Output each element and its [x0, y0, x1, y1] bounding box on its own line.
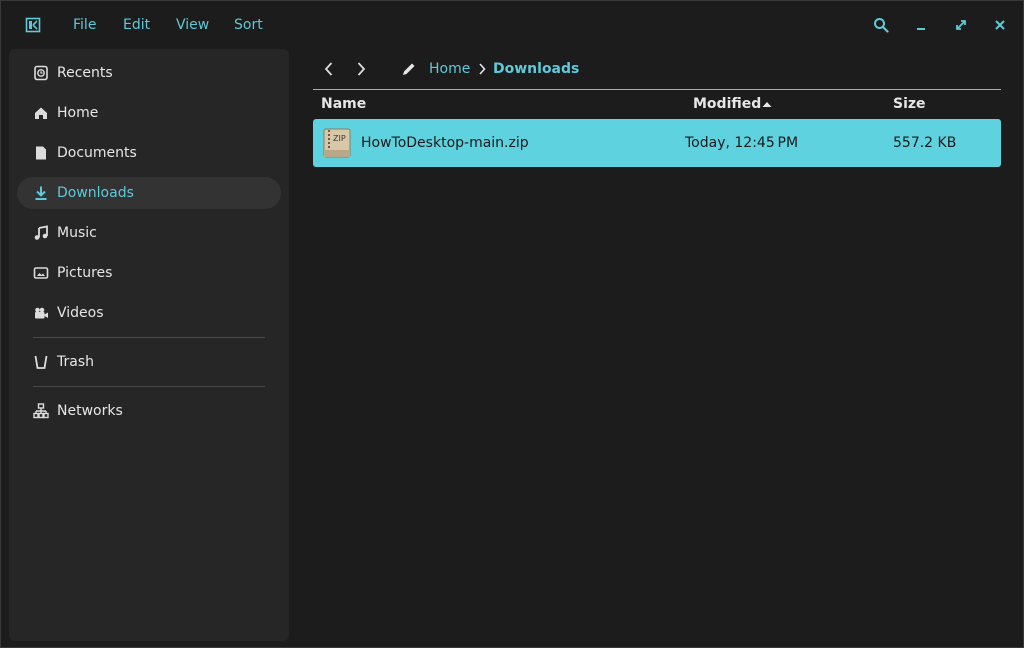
- search-icon: [874, 18, 889, 33]
- sidebar-item-label: Music: [57, 225, 97, 241]
- search-button[interactable]: [871, 15, 891, 35]
- document-icon: [33, 145, 49, 161]
- file-name: HowToDesktop-main.zip: [361, 135, 529, 151]
- trash-icon: [33, 354, 49, 370]
- app-logo-icon[interactable]: [25, 17, 41, 33]
- maximize-icon: [956, 20, 966, 30]
- table-row[interactable]: ZIP HowToDesktop-main.zip Today, 12:45 P…: [313, 119, 1001, 167]
- sidebar-item-documents[interactable]: Documents: [17, 137, 281, 169]
- chevron-left-icon: [324, 62, 333, 76]
- menu-file[interactable]: File: [73, 15, 96, 35]
- sidebar-item-downloads[interactable]: Downloads: [17, 177, 281, 209]
- sort-ascending-icon: [762, 102, 772, 107]
- sidebar-divider: [33, 386, 265, 387]
- sidebar-item-label: Recents: [57, 65, 113, 81]
- forward-button[interactable]: [351, 59, 371, 79]
- sidebar-item-label: Pictures: [57, 265, 113, 281]
- edit-path-button[interactable]: [399, 59, 419, 79]
- sidebar-item-music[interactable]: Music: [17, 217, 281, 249]
- sidebar-item-trash[interactable]: Trash: [17, 346, 281, 378]
- sidebar-item-label: Home: [57, 105, 99, 121]
- clock-icon: [33, 65, 49, 81]
- sidebar-item-label: Downloads: [57, 185, 134, 201]
- close-button[interactable]: [990, 15, 1010, 35]
- menu-edit[interactable]: Edit: [123, 15, 150, 35]
- titlebar: File Edit View Sort: [1, 1, 1023, 47]
- sidebar-item-label: Trash: [57, 354, 94, 370]
- sidebar-divider: [33, 337, 265, 338]
- network-icon: [33, 403, 49, 419]
- column-header-name[interactable]: Name: [321, 94, 366, 114]
- breadcrumb-separator: [472, 59, 492, 79]
- sidebar-item-home[interactable]: Home: [17, 97, 281, 129]
- pencil-icon: [403, 63, 415, 75]
- breadcrumb-home[interactable]: Home: [429, 59, 470, 79]
- sidebar-item-label: Documents: [57, 145, 137, 161]
- menu-view[interactable]: View: [176, 15, 209, 35]
- zip-archive-icon: ZIP: [323, 128, 351, 158]
- chevron-right-icon: [479, 63, 486, 75]
- download-icon: [33, 185, 49, 201]
- back-button[interactable]: [319, 59, 339, 79]
- close-icon: [995, 20, 1005, 30]
- sidebar-item-label: Videos: [57, 305, 104, 321]
- breadcrumb-current[interactable]: Downloads: [493, 59, 579, 79]
- column-header-modified[interactable]: Modified: [693, 94, 761, 114]
- column-header-size[interactable]: Size: [893, 94, 926, 114]
- file-manager-window: File Edit View Sort Recents Home Documen…: [0, 0, 1024, 648]
- chevron-right-icon: [357, 62, 366, 76]
- picture-icon: [33, 265, 49, 281]
- home-icon: [33, 105, 49, 121]
- svg-text:ZIP: ZIP: [333, 134, 346, 143]
- sidebar-item-recents[interactable]: Recents: [17, 57, 281, 89]
- sidebar-item-videos[interactable]: Videos: [17, 297, 281, 329]
- file-size: 557.2 KB: [893, 135, 957, 151]
- music-icon: [33, 225, 49, 241]
- sidebar: Recents Home Documents Downloads Music P…: [9, 49, 289, 641]
- file-modified: Today, 12:45 PM: [685, 135, 799, 151]
- maximize-button[interactable]: [951, 15, 971, 35]
- minimize-icon: [917, 28, 925, 30]
- sidebar-item-label: Networks: [57, 403, 123, 419]
- video-icon: [33, 305, 49, 321]
- minimize-button[interactable]: [911, 15, 931, 35]
- sidebar-item-pictures[interactable]: Pictures: [17, 257, 281, 289]
- header-divider: [313, 89, 1001, 90]
- sidebar-item-networks[interactable]: Networks: [17, 395, 281, 427]
- menu-sort[interactable]: Sort: [234, 15, 263, 35]
